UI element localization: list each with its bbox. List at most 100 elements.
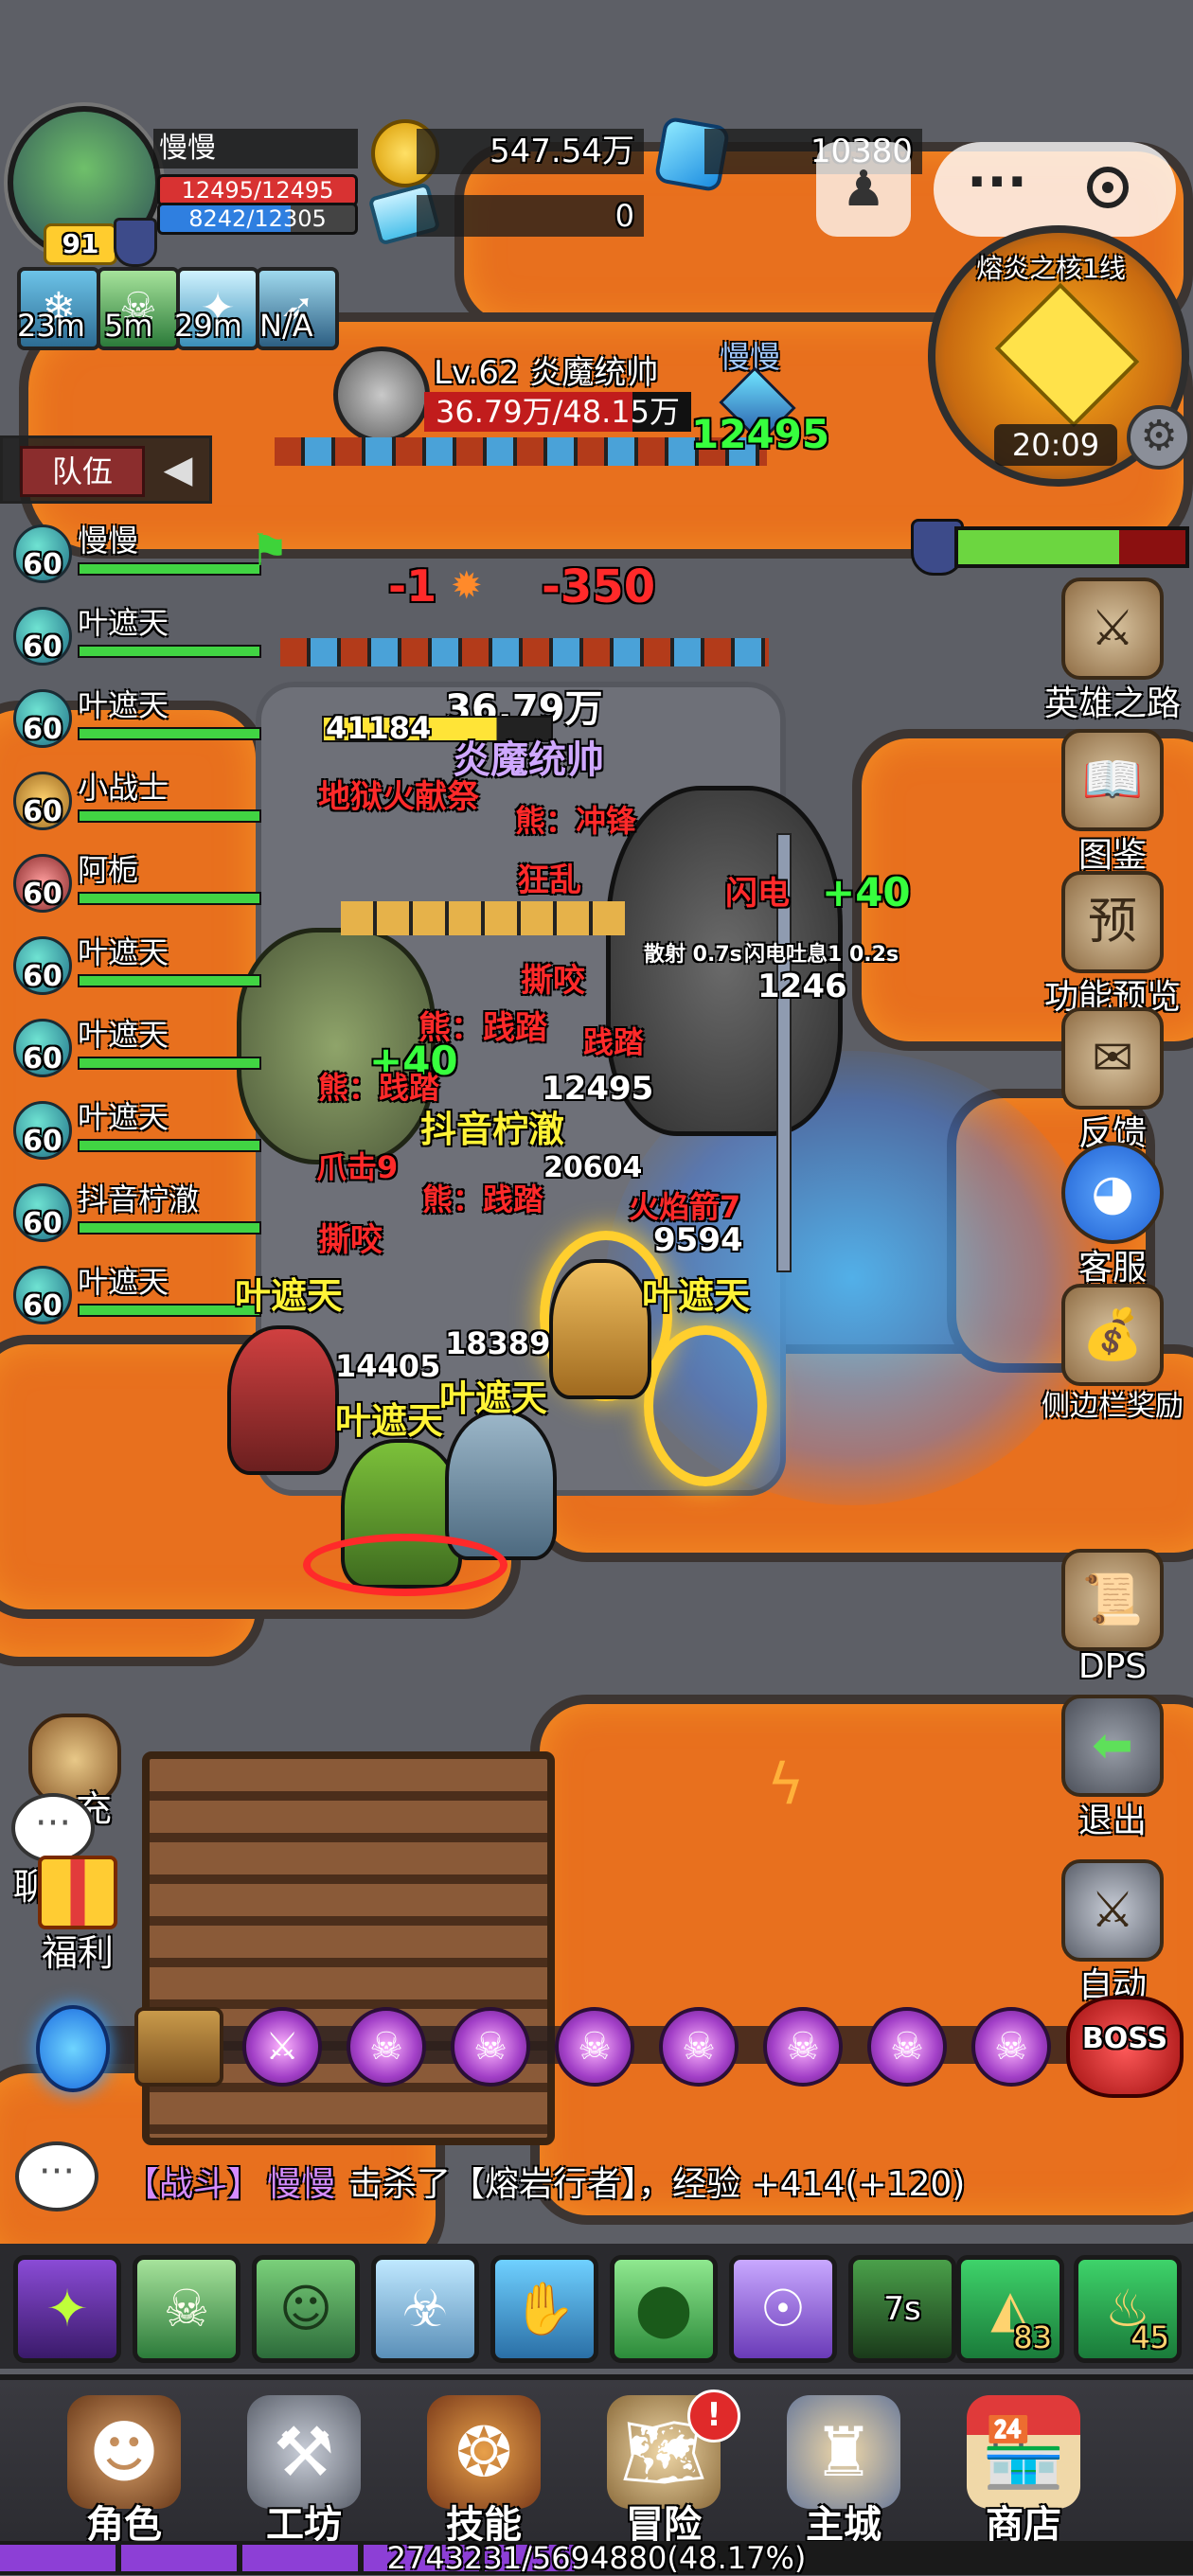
more-options-button[interactable]: ··· — [937, 142, 1057, 237]
chat-log[interactable]: ··· 【战斗】 慢慢 击杀了【熔岩行者】，经验 +414(+120) — [0, 2128, 1193, 2232]
chat-message: 【战斗】 慢慢 击杀了【熔岩行者】，经验 +414(+120) — [125, 2157, 965, 2206]
fire-icon: ✹ — [451, 564, 483, 608]
gift-box-icon — [38, 1856, 117, 1929]
stage-node[interactable]: ☠ — [659, 2007, 739, 2087]
stage-node[interactable]: ⚔ — [242, 2007, 322, 2087]
codex-button[interactable]: 📖 图鉴 — [1042, 729, 1184, 877]
boss-title: Lv.62 炎魔统帅 — [434, 354, 659, 392]
side-label: 英雄之路 — [1043, 684, 1181, 723]
member-name: 叶遮天 — [78, 1264, 169, 1300]
member-level: 60 — [13, 854, 72, 913]
hero-road-button[interactable]: ⚔ 英雄之路 — [1042, 577, 1184, 725]
exp-bar: 2743231/5694880(48.17%) — [0, 2541, 1193, 2575]
item-count: 83 — [1013, 2319, 1052, 2355]
heal-number: +40 — [822, 869, 911, 915]
sidebar-reward-button[interactable]: 💰 侧边栏奖励 — [1032, 1284, 1193, 1424]
hero-sprite[interactable] — [549, 1259, 651, 1399]
shop-stall-icon: 🏪 — [967, 2395, 1080, 2509]
egg-skill-icon[interactable]: ⬤ — [610, 2255, 718, 2363]
player-level-badge: 91 — [44, 223, 117, 265]
stage-node[interactable]: ☠ — [555, 2007, 634, 2087]
skill-text: 熊：冲锋 — [515, 803, 637, 839]
welfare-label: 福利 — [42, 1932, 115, 1974]
poison-skill-icon[interactable]: ✦ — [13, 2255, 121, 2363]
leader-flag-icon: ⚑ — [250, 524, 290, 576]
feature-preview-button[interactable]: 预 功能预览 — [1042, 871, 1184, 1019]
hero-nameplate: 叶遮天 — [235, 1275, 344, 1317]
cake-item-icon[interactable]: ◭ 83 — [956, 2255, 1064, 2363]
team-member[interactable]: 60 阿栀 — [13, 841, 297, 920]
cooldown-skill-icon[interactable]: 7s — [848, 2255, 956, 2363]
joystick-button[interactable]: ♟ — [816, 142, 911, 237]
claw-skill-icon[interactable]: ✋ — [490, 2255, 598, 2363]
stage-node[interactable]: ☠ — [763, 2007, 843, 2087]
collapse-arrow-icon[interactable]: ◀ — [154, 446, 202, 493]
team-member[interactable]: 60 小战士 — [13, 758, 297, 838]
buff-timer: 29m — [174, 308, 242, 344]
boss-stage-icon[interactable]: BOSS — [1066, 1996, 1184, 2098]
portal-icon[interactable] — [36, 2005, 110, 2092]
treasure-chest-icon[interactable] — [134, 2007, 223, 2087]
hero-marker-value: 12495 — [691, 411, 830, 457]
scroll-icon: ⚔ — [1061, 577, 1164, 680]
mask-skill-icon[interactable]: ☺ — [252, 2255, 360, 2363]
stage-node[interactable]: ☠ — [451, 2007, 530, 2087]
buff-icon-row — [280, 638, 769, 666]
nav-workshop[interactable]: ⚒ 工坊 — [223, 2395, 384, 2547]
wolf-skill-icon[interactable]: ☣ — [371, 2255, 479, 2363]
nav-adventure[interactable]: 🗺 ! 冒险 — [583, 2389, 744, 2547]
member-level: 60 — [13, 1101, 72, 1160]
nav-main-city[interactable]: ♜ 主城 — [763, 2395, 924, 2547]
scroll-preview-icon: 预 — [1061, 871, 1164, 973]
skill-text: 爪击9 — [316, 1149, 399, 1185]
skill-text: 闪电 — [725, 875, 790, 913]
stage-node[interactable]: ☠ — [867, 2007, 947, 2087]
beast-skill-icon[interactable]: ☠ — [133, 2255, 240, 2363]
stage-node[interactable]: ☠ — [347, 2007, 426, 2087]
skill-text: 撕咬 — [521, 962, 585, 1000]
boss-progress-fill — [958, 530, 1119, 564]
welfare-button[interactable]: 福利 — [19, 1856, 133, 1974]
member-hp-bar — [78, 974, 261, 987]
side-label: 图鉴 — [1077, 836, 1147, 875]
rank-shield-icon — [114, 218, 157, 267]
nav-character[interactable]: ☻ 角色 — [44, 2395, 205, 2547]
team-member[interactable]: 60 抖音柠澈 — [13, 1170, 297, 1250]
spirit-skill-icon[interactable]: ☉ — [729, 2255, 837, 2363]
buff-timer: N/A — [259, 308, 313, 344]
alert-badge-icon: ! — [687, 2389, 740, 2443]
nav-skills[interactable]: ❂ 技能 — [403, 2395, 564, 2547]
team-member[interactable]: 60 叶遮天 — [13, 1088, 297, 1167]
skill-text: 熊：践踏 — [422, 1181, 544, 1217]
exit-button[interactable]: ⬅ 退出 — [1042, 1695, 1184, 1842]
feedback-button[interactable]: ✉ 反馈 — [1042, 1007, 1184, 1155]
damage-number: 41184 — [326, 710, 432, 746]
damage-number: -1 — [388, 560, 437, 612]
team-member[interactable]: 60 慢慢 ⚑ — [13, 511, 297, 591]
stage-node[interactable]: ☠ — [971, 2007, 1051, 2087]
dps-button[interactable]: 📜 DPS — [1042, 1549, 1184, 1686]
hero-nameplate: 叶遮天 — [439, 1377, 548, 1419]
side-label: 侧边栏奖励 — [1042, 1390, 1184, 1423]
team-member[interactable]: 60 叶遮天 — [13, 594, 297, 673]
hero-sprite[interactable] — [445, 1411, 557, 1560]
member-hp-bar — [78, 892, 261, 905]
team-member[interactable]: 60 叶遮天 — [13, 676, 297, 755]
team-member[interactable]: 60 叶遮天 — [13, 1005, 297, 1085]
boss-portrait[interactable] — [333, 346, 430, 443]
settings-gear-icon[interactable]: ⚙ — [1127, 405, 1191, 470]
chat-bubble-icon: ··· — [11, 1793, 95, 1863]
auto-battle-button[interactable]: ⚔ 自动 — [1042, 1859, 1184, 2007]
skill-text: 狂乱 — [517, 862, 581, 899]
selection-ring — [303, 1534, 507, 1596]
hero-sprite[interactable] — [227, 1325, 339, 1475]
nav-shop[interactable]: 🏪 商店 — [943, 2395, 1104, 2547]
close-miniprogram-icon[interactable] — [1087, 167, 1129, 208]
damage-number: 18389 — [445, 1325, 551, 1361]
member-hp-bar — [78, 1304, 261, 1317]
member-hp-bar — [78, 562, 261, 576]
potion-item-icon[interactable]: ♨ 45 — [1074, 2255, 1182, 2363]
customer-service-button[interactable]: ◕ 客服 — [1042, 1142, 1184, 1289]
team-tab[interactable]: 队伍 ◀ — [0, 435, 212, 504]
team-member[interactable]: 60 叶遮天 — [13, 923, 297, 1003]
